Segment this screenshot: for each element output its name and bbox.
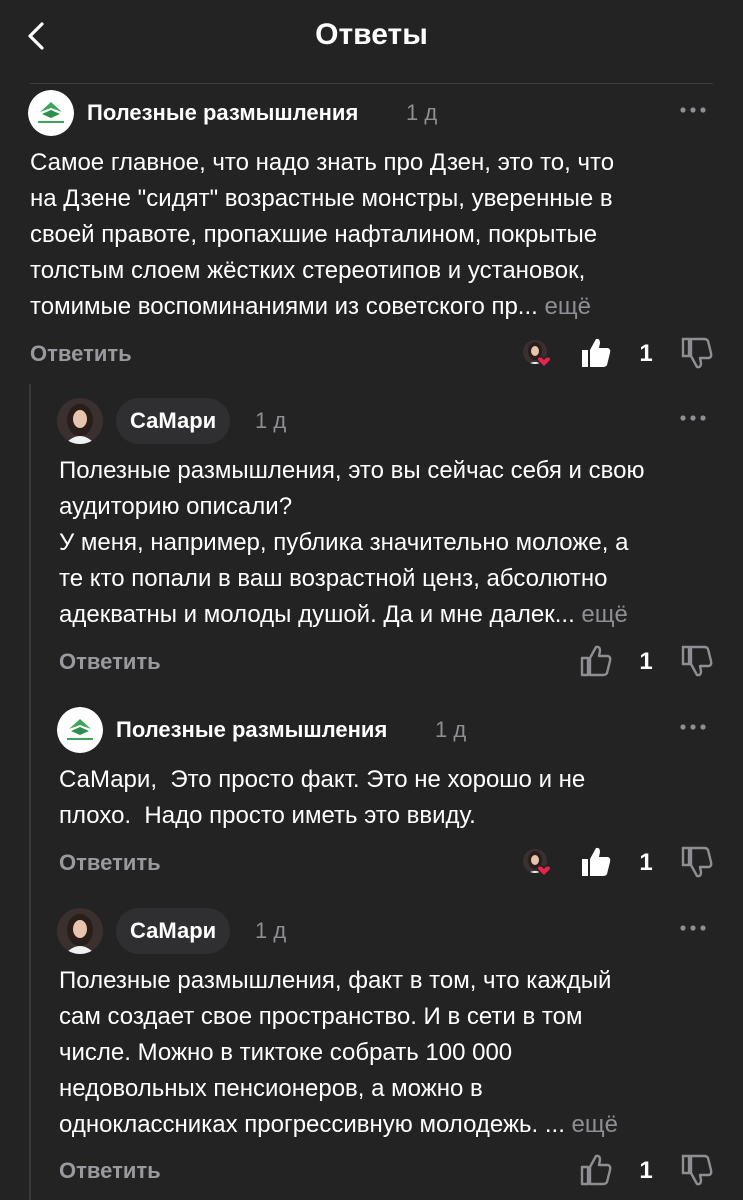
dislike-icon[interactable] [679,844,715,880]
dislike-icon[interactable] [679,643,715,679]
expand-link[interactable]: ещё [572,1111,618,1138]
like-icon[interactable] [578,643,614,679]
author-name[interactable]: СаМари [116,398,231,444]
comment-body: Полезные размышления, это вы сейчас себя… [59,457,645,628]
like-icon[interactable] [578,335,614,371]
header-divider [30,83,713,84]
expand-link[interactable]: ещё [581,601,627,628]
timestamp: 1 д [435,717,467,742]
page-title: Ответы [315,18,428,51]
comment-header: СаМари 1 д [0,908,743,958]
more-options-icon[interactable] [678,408,708,428]
like-icon[interactable] [578,844,614,880]
like-count: 1 [639,648,653,675]
comment-body: Полезные размышления, факт в том, что ка… [59,967,612,1138]
expand-link[interactable]: ещё [544,293,590,320]
reply-button[interactable]: Ответить [59,1148,161,1194]
dislike-icon[interactable] [679,335,715,371]
comment-text: СаМари, Это просто факт. Это не хорошо и… [59,762,729,834]
thread-line [29,384,31,1200]
more-options-icon[interactable] [678,918,708,938]
comment-actions: Ответить 1 [0,639,743,685]
timestamp: 1 д [406,100,438,125]
avatar[interactable] [28,90,74,136]
dislike-icon[interactable] [679,1152,715,1188]
like-count: 1 [639,340,653,367]
comment-header: Полезные размышления 1 д [0,90,743,140]
top-bar: Ответы [0,0,743,84]
timestamp: 1 д [255,408,287,433]
reply-button[interactable]: Ответить [30,331,132,377]
comment-actions: Ответить 1 [0,331,743,377]
comment-actions: Ответить 1 [0,840,743,886]
more-options-icon[interactable] [678,100,708,120]
timestamp: 1 д [255,918,287,943]
comment-body: Самое главное, что надо знать про Дзен, … [30,149,615,320]
author-liked-avatar-icon [523,340,552,368]
comment-text: Полезные размышления, это вы сейчас себя… [59,453,729,633]
reply-button[interactable]: Ответить [59,840,161,886]
comment-body: СаМари, Это просто факт. Это не хорошо и… [59,766,586,829]
like-count: 1 [639,849,653,876]
author-name[interactable]: СаМари [116,908,231,954]
author-name[interactable]: Полезные размышления [116,707,387,753]
like-icon[interactable] [578,1152,614,1188]
comment-text: Самое главное, что надо знать про Дзен, … [30,145,720,325]
avatar[interactable] [57,908,103,954]
avatar[interactable] [57,707,103,753]
like-count: 1 [639,1157,653,1184]
comment-text: Полезные размышления, факт в том, что ка… [59,963,729,1143]
reply-button[interactable]: Ответить [59,639,161,685]
more-options-icon[interactable] [678,717,708,737]
comment-header: СаМари 1 д [0,398,743,448]
author-name[interactable]: Полезные размышления [87,90,358,136]
avatar[interactable] [57,398,103,444]
author-liked-avatar-icon [523,849,552,877]
comment-actions: Ответить 1 [0,1148,743,1194]
comment-header: Полезные размышления 1 д [0,707,743,757]
